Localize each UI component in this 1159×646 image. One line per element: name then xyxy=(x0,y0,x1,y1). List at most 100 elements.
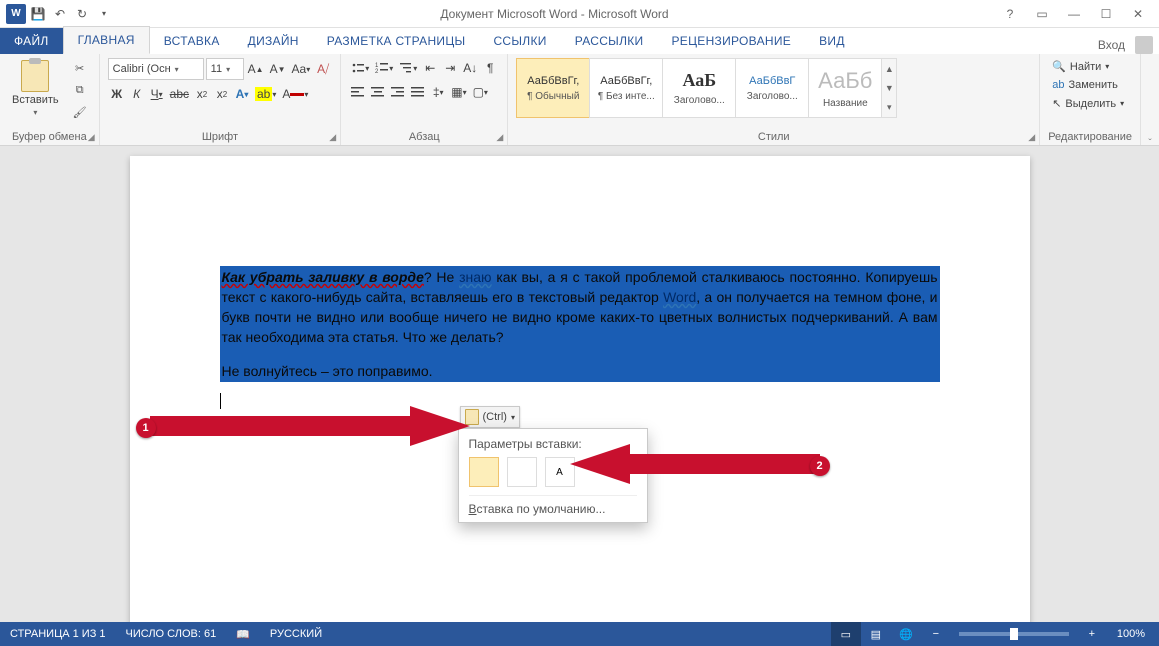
line-spacing-button[interactable]: ‡▾ xyxy=(429,82,447,102)
multilevel-list-button[interactable]: ▾ xyxy=(397,58,419,78)
paragraph-launcher-icon[interactable]: ◢ xyxy=(496,132,503,143)
increase-indent-button[interactable]: ⇥ xyxy=(441,58,459,78)
tab-design[interactable]: ДИЗАЙН xyxy=(234,28,313,54)
tab-page-layout[interactable]: РАЗМЕТКА СТРАНИЦЫ xyxy=(313,28,480,54)
paste-default-settings[interactable]: Вставка по умолчанию... xyxy=(469,495,637,516)
sort-button[interactable]: A↓ xyxy=(461,58,479,78)
clear-formatting-button[interactable]: A⧸ xyxy=(314,59,332,79)
bold-button[interactable]: Ж xyxy=(108,84,126,104)
tab-review[interactable]: РЕЦЕНЗИРОВАНИЕ xyxy=(657,28,805,54)
ribbon-group-clipboard: Вставить ▾ ✂ ⧉ 🖌 Буфер обмена◢ xyxy=(0,54,100,145)
style-tile-title[interactable]: АаБбНазвание xyxy=(808,58,882,118)
annotation-badge-1: 1 xyxy=(136,418,156,438)
font-family-select[interactable]: Calibri (Осн▾ xyxy=(108,58,204,80)
bullets-button[interactable]: ▾ xyxy=(349,58,371,78)
style-tile-heading2[interactable]: АаБбВвГЗаголово... xyxy=(735,58,809,118)
paste-option-merge[interactable] xyxy=(507,457,537,487)
style-tile-heading1[interactable]: АаБЗаголово... xyxy=(662,58,736,118)
shrink-font-button[interactable]: A▼ xyxy=(268,59,288,79)
sign-in-link[interactable]: Вход xyxy=(1092,38,1131,52)
clipboard-icon xyxy=(476,463,492,481)
tab-view[interactable]: ВИД xyxy=(805,28,859,54)
font-size-select[interactable]: 11▾ xyxy=(206,58,244,80)
italic-button[interactable]: К xyxy=(128,84,146,104)
status-bar: СТРАНИЦА 1 ИЗ 1 ЧИСЛО СЛОВ: 61 📖 РУССКИЙ… xyxy=(0,622,1159,646)
cursor-icon: ↖ xyxy=(1052,97,1061,110)
tab-file[interactable]: ФАЙЛ xyxy=(0,28,63,54)
svg-text:2: 2 xyxy=(375,69,379,75)
selected-text-block[interactable]: Как убрать заливку в ворде? Не знаю как … xyxy=(220,266,940,382)
zoom-level[interactable]: 100% xyxy=(1107,628,1159,640)
align-center-button[interactable] xyxy=(369,82,387,102)
save-icon[interactable]: 💾 xyxy=(28,4,48,24)
zoom-in-button[interactable]: + xyxy=(1077,622,1107,646)
status-page[interactable]: СТРАНИЦА 1 ИЗ 1 xyxy=(0,628,116,640)
grow-font-button[interactable]: A▲ xyxy=(246,59,266,79)
document-page[interactable]: Как убрать заливку в ворде? Не знаю как … xyxy=(130,156,1030,622)
replace-button[interactable]: abЗаменить xyxy=(1048,77,1128,93)
strikethrough-button[interactable]: abc xyxy=(168,84,191,104)
collapse-ribbon-icon[interactable]: ˬ xyxy=(1141,54,1159,145)
align-right-button[interactable] xyxy=(389,82,407,102)
flyout-title: Параметры вставки: xyxy=(469,437,637,451)
annotation-arrow-1 xyxy=(150,406,470,446)
select-button[interactable]: ↖Выделить▾ xyxy=(1048,95,1128,112)
document-area: Как убрать заливку в ворде? Не знаю как … xyxy=(0,146,1159,622)
format-painter-button[interactable]: 🖌 xyxy=(69,102,91,122)
font-launcher-icon[interactable]: ◢ xyxy=(329,132,336,143)
gallery-scroll-down-icon[interactable]: ▼ xyxy=(882,78,896,97)
tab-insert[interactable]: ВСТАВКА xyxy=(150,28,234,54)
superscript-button[interactable]: x2 xyxy=(213,84,231,104)
tab-mailings[interactable]: РАССЫЛКИ xyxy=(561,28,658,54)
undo-icon[interactable]: ↶ xyxy=(50,4,70,24)
align-left-button[interactable] xyxy=(349,82,367,102)
show-paragraph-marks-button[interactable]: ¶ xyxy=(481,58,499,78)
style-tile-normal[interactable]: АаБбВвГг,¶ Обычный xyxy=(516,58,590,118)
status-proofing[interactable]: 📖 xyxy=(226,628,260,641)
close-icon[interactable]: ✕ xyxy=(1123,4,1153,24)
view-web-layout-icon[interactable]: 🌐 xyxy=(891,622,921,646)
view-print-layout-icon[interactable]: ▭ xyxy=(831,622,861,646)
gallery-scroll-up-icon[interactable]: ▲ xyxy=(882,59,896,78)
numbering-button[interactable]: 12▾ xyxy=(373,58,395,78)
highlight-color-button[interactable]: ab▾ xyxy=(253,84,278,104)
user-avatar-icon[interactable] xyxy=(1135,36,1153,54)
redo-icon[interactable]: ↻ xyxy=(72,4,92,24)
paste-button[interactable]: Вставить ▾ xyxy=(8,58,63,119)
zoom-slider-thumb[interactable] xyxy=(1010,628,1018,640)
change-case-button[interactable]: Aa▾ xyxy=(290,59,313,79)
shading-button[interactable]: ▦▾ xyxy=(449,82,468,102)
quick-access-toolbar: W 💾 ↶ ↻ ▾ xyxy=(0,4,114,24)
tab-home[interactable]: ГЛАВНАЯ xyxy=(63,26,150,54)
style-tile-no-spacing[interactable]: АаБбВвГг,¶ Без инте... xyxy=(589,58,663,118)
tab-references[interactable]: ССЫЛКИ xyxy=(479,28,560,54)
gallery-expand-icon[interactable]: ▾ xyxy=(882,98,896,117)
paste-options-smarttag[interactable]: (Ctrl) ▾ xyxy=(460,406,520,428)
word-app-icon[interactable]: W xyxy=(6,4,26,24)
copy-button[interactable]: ⧉ xyxy=(69,80,91,100)
minimize-icon[interactable]: — xyxy=(1059,4,1089,24)
annotation-badge-2: 2 xyxy=(810,456,830,476)
view-read-mode-icon[interactable]: ▤ xyxy=(861,622,891,646)
qat-customize-icon[interactable]: ▾ xyxy=(94,4,114,24)
status-language[interactable]: РУССКИЙ xyxy=(260,628,332,640)
cut-button[interactable]: ✂ xyxy=(69,58,91,78)
ribbon-display-options-icon[interactable]: ▭ xyxy=(1027,4,1057,24)
underline-button[interactable]: Ч▾ xyxy=(148,84,166,104)
clipboard-launcher-icon[interactable]: ◢ xyxy=(88,132,95,143)
borders-button[interactable]: ▢▾ xyxy=(471,82,490,102)
decrease-indent-button[interactable]: ⇤ xyxy=(421,58,439,78)
zoom-slider[interactable] xyxy=(959,632,1069,636)
subscript-button[interactable]: x2 xyxy=(193,84,211,104)
status-word-count[interactable]: ЧИСЛО СЛОВ: 61 xyxy=(116,628,227,640)
font-color-button[interactable]: A▾ xyxy=(280,84,310,104)
styles-launcher-icon[interactable]: ◢ xyxy=(1028,132,1035,143)
find-button[interactable]: 🔍Найти▾ xyxy=(1048,58,1128,75)
maximize-icon[interactable]: ☐ xyxy=(1091,4,1121,24)
paste-option-text-only[interactable]: A xyxy=(545,457,575,487)
text-effects-button[interactable]: A▾ xyxy=(233,84,251,104)
help-icon[interactable]: ? xyxy=(995,4,1025,24)
justify-button[interactable] xyxy=(409,82,427,102)
zoom-out-button[interactable]: − xyxy=(921,622,951,646)
paste-option-keep-source[interactable] xyxy=(469,457,499,487)
